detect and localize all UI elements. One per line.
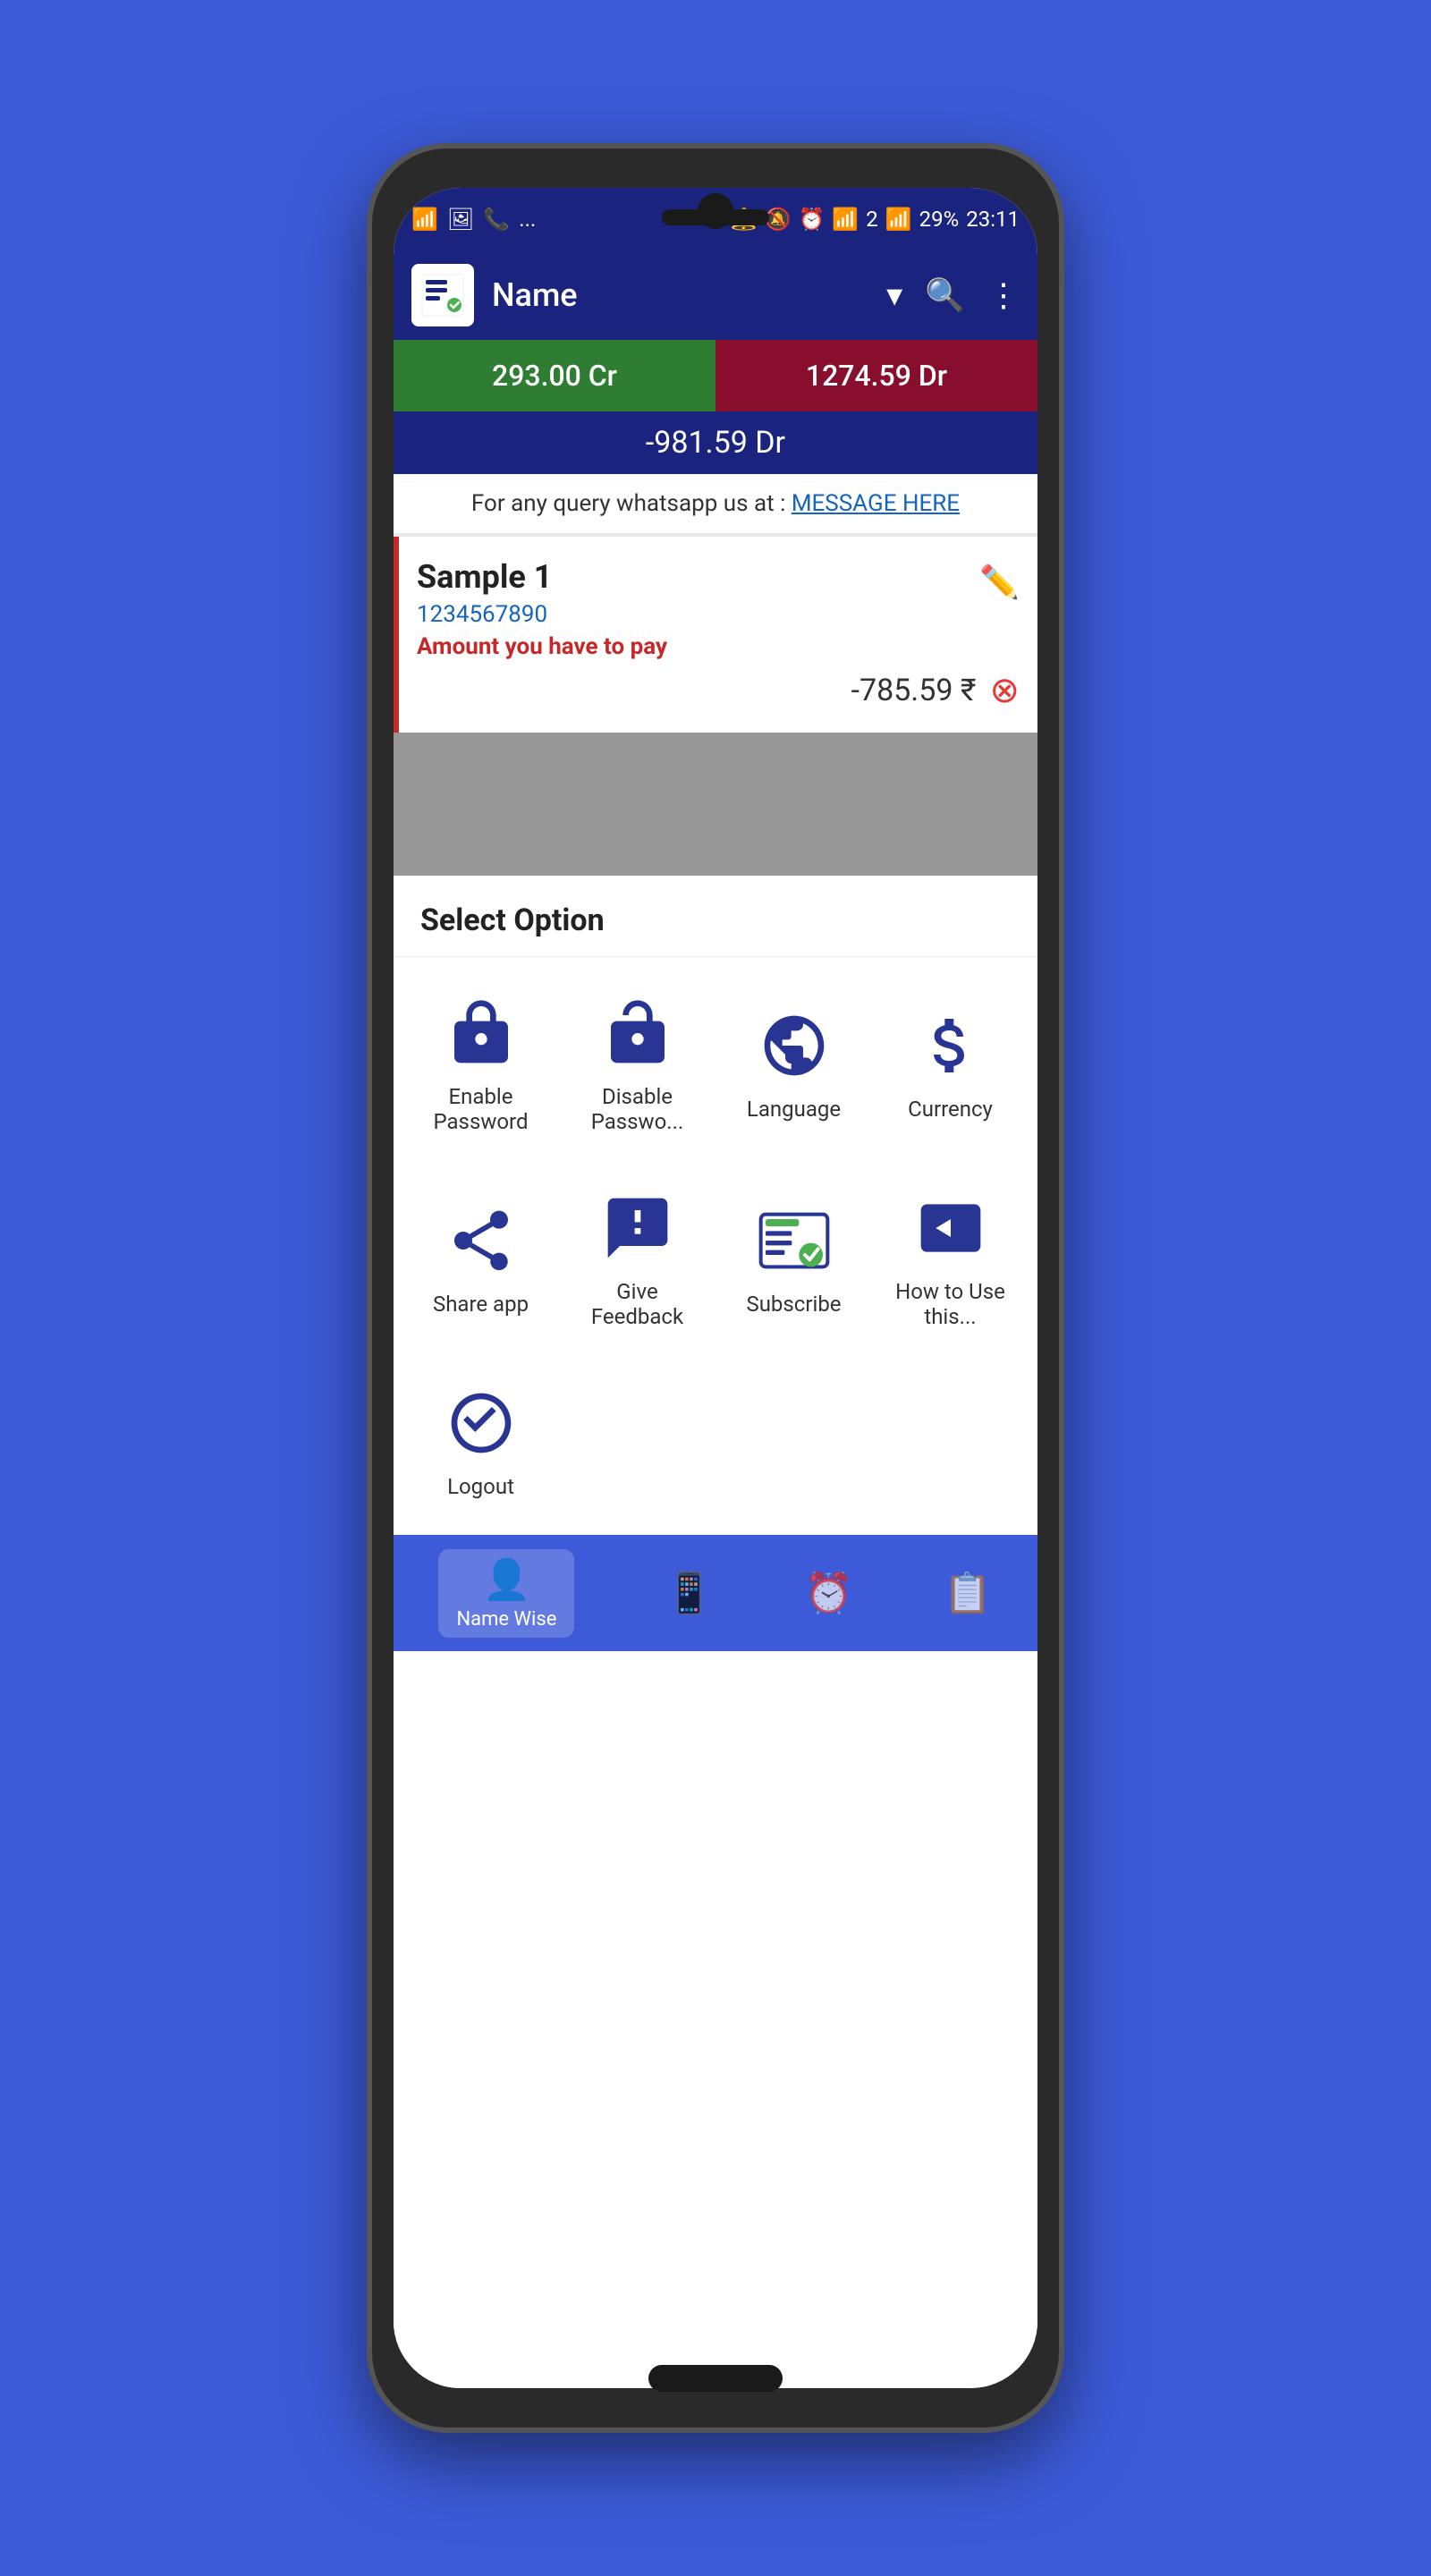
notif-count: 2 [866, 207, 878, 232]
wifi-icon: 📶 [411, 207, 438, 232]
feedback-icon [597, 1188, 678, 1268]
option-enable-password[interactable]: Enable Password [402, 975, 559, 1152]
signal-icon: 📶 [885, 207, 912, 232]
option-disable-password[interactable]: Disable Passwo... [559, 975, 716, 1152]
search-icon[interactable]: 🔍 [925, 276, 965, 314]
subscribe-label: Subscribe [746, 1292, 841, 1317]
wifi2-icon: 📶 [832, 207, 859, 232]
disable-password-label: Disable Passwo... [568, 1084, 707, 1134]
phone-screen: 📶 🖼 📞 ... 🔔 🔕 ⏰ 📶 2 📶 29% 23:11 [394, 188, 1037, 2388]
more-dots: ... [519, 207, 536, 232]
contact-phone: 1234567890 [417, 601, 667, 628]
battery-text: 29% [919, 207, 960, 232]
balance-row: 293.00 Cr 1274.59 Dr [394, 340, 1037, 411]
bottom-nav: 👤 Name Wise 📱 ⏰ 📋 [394, 1535, 1037, 1651]
image-icon: 🖼 [447, 207, 474, 232]
options-row-2: Share app Give Feedback [394, 1170, 1037, 1365]
speaker [662, 209, 769, 225]
options-row-3: Logout [394, 1365, 1037, 1535]
nav-item3-icon: ⏰ [804, 1570, 853, 1616]
logout-icon [441, 1383, 521, 1463]
contact-amount: -785.59 ₹ [851, 673, 977, 708]
backdrop [394, 733, 1037, 876]
screen-content: 📶 🖼 📞 ... 🔔 🔕 ⏰ 📶 2 📶 29% 23:11 [394, 188, 1037, 2388]
share-icon [441, 1200, 521, 1281]
give-feedback-label: Give Feedback [568, 1279, 707, 1329]
query-bar: For any query whatsapp us at : MESSAGE H… [394, 474, 1037, 533]
nav-name-wise-icon: 👤 [482, 1556, 531, 1603]
lock-icon [441, 993, 521, 1073]
language-label: Language [747, 1097, 841, 1122]
more-menu-icon[interactable]: ⋮ [987, 276, 1020, 314]
call-icon: 📞 [483, 207, 510, 232]
app-title: Name [492, 276, 868, 314]
contact-name: Sample 1 [417, 558, 667, 596]
nav-item-3[interactable]: ⏰ [804, 1570, 853, 1616]
option-logout[interactable]: Logout [402, 1365, 559, 1517]
nav-item-name-wise[interactable]: 👤 Name Wise [438, 1549, 574, 1638]
contact-close-icon[interactable]: ⊗ [989, 669, 1020, 711]
nav-item-4[interactable]: 📋 [944, 1570, 993, 1616]
subscribe-icon [754, 1200, 834, 1281]
contact-status: Amount you have to pay [417, 633, 667, 660]
option-share-app[interactable]: Share app [402, 1170, 559, 1347]
contact-item[interactable]: Sample 1 1234567890 Amount you have to p… [394, 537, 1037, 733]
logout-label: Logout [447, 1474, 514, 1499]
option-how-to-use[interactable]: How to Use this... [872, 1170, 1029, 1347]
option-currency[interactable]: Currency [872, 975, 1029, 1152]
credit-balance: 293.00 Cr [394, 340, 716, 411]
nav-item4-icon: 📋 [944, 1570, 993, 1616]
phone-device: 📶 🖼 📞 ... 🔔 🔕 ⏰ 📶 2 📶 29% 23:11 [367, 143, 1064, 2433]
clock-icon: ⏰ [799, 207, 826, 232]
edit-icon[interactable]: ✏️ [979, 564, 1020, 601]
globe-icon [754, 1005, 834, 1086]
enable-password-label: Enable Password [411, 1084, 550, 1134]
bottom-sheet: Select Option Enable Password [394, 876, 1037, 2388]
how-to-use-label: How to Use this... [881, 1279, 1020, 1329]
bottom-sheet-title: Select Option [394, 876, 1037, 957]
time-text: 23:11 [966, 207, 1020, 232]
video-icon [910, 1188, 991, 1268]
home-button[interactable] [648, 2365, 783, 2392]
app-logo [411, 264, 474, 326]
nav-item2-icon: 📱 [665, 1570, 714, 1616]
header-icons: ▾ 🔍 ⋮ [886, 276, 1020, 314]
lock-open-icon [597, 993, 678, 1073]
contact-amount-row: -785.59 ₹ ⊗ [417, 669, 1020, 711]
nav-item-2[interactable]: 📱 [665, 1570, 714, 1616]
share-app-label: Share app [433, 1292, 529, 1317]
whatsapp-link[interactable]: MESSAGE HERE [792, 490, 960, 517]
option-subscribe[interactable]: Subscribe [716, 1170, 872, 1347]
option-give-feedback[interactable]: Give Feedback [559, 1170, 716, 1347]
dropdown-icon[interactable]: ▾ [886, 276, 902, 314]
options-row-1: Enable Password Disable Passwo... [394, 957, 1037, 1170]
option-language[interactable]: Language [716, 975, 872, 1152]
status-left-icons: 📶 🖼 📞 ... [411, 207, 536, 232]
total-balance: -981.59 Dr [394, 411, 1037, 474]
currency-label: Currency [908, 1097, 993, 1122]
status-right-icons: 🔔 🔕 ⏰ 📶 2 📶 29% 23:11 [731, 207, 1020, 232]
debit-balance: 1274.59 Dr [716, 340, 1037, 411]
balance-section: 293.00 Cr 1274.59 Dr -981.59 Dr [394, 340, 1037, 474]
nav-name-wise-label: Name Wise [456, 1608, 556, 1631]
app-header: Name ▾ 🔍 ⋮ [394, 250, 1037, 340]
dollar-icon [910, 1005, 991, 1086]
